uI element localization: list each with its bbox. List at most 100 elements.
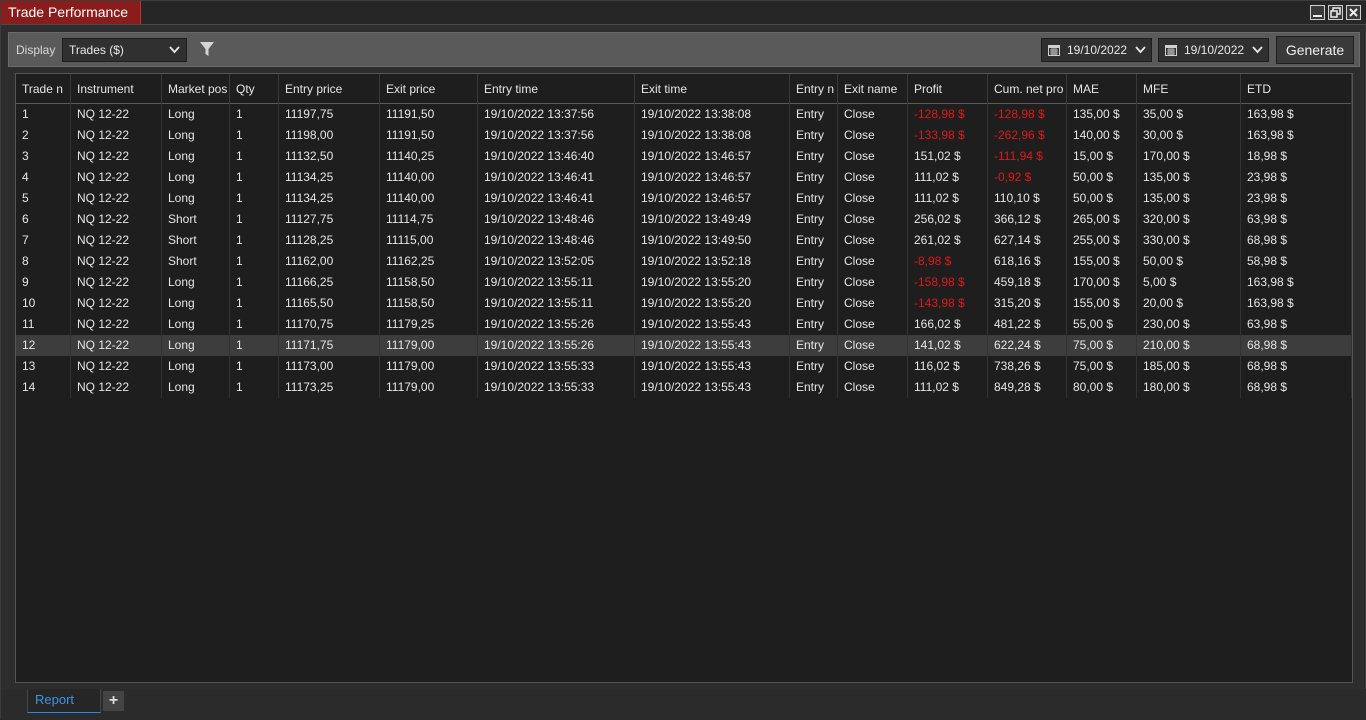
cell-exit-name: Close xyxy=(838,377,908,398)
cell-entry-time: 19/10/2022 13:37:56 xyxy=(478,104,635,125)
column-header-entry-time[interactable]: Entry time xyxy=(478,74,635,104)
cell-market-position: Short xyxy=(162,209,230,230)
table-row[interactable]: 2 NQ 12-22 Long 1 11198,00 11191,50 19/10/2022… xyxy=(16,125,1352,146)
table-row[interactable]: 8 NQ 12-22 Short 1 11162,00 11162,25 19/10/202… xyxy=(16,251,1352,272)
column-header-entry-name[interactable]: Entry n xyxy=(790,74,838,104)
cell-instrument: NQ 12-22 xyxy=(71,167,162,188)
tab-report[interactable]: Report xyxy=(27,689,101,713)
cell-entry-time: 19/10/2022 13:46:40 xyxy=(478,146,635,167)
table-row[interactable]: 10 NQ 12-22 Long 1 11165,50 11158,50 19/10/202… xyxy=(16,293,1352,314)
column-header-exit-name[interactable]: Exit name xyxy=(838,74,908,104)
toolbar: Display Trades ($) 19/10/2022 19/10/2022… xyxy=(8,32,1360,67)
filter-icon[interactable] xyxy=(200,42,214,57)
cell-exit-price: 11115,00 xyxy=(380,230,478,251)
column-header-mae[interactable]: MAE xyxy=(1067,74,1137,104)
from-date-picker[interactable]: 19/10/2022 xyxy=(1041,38,1152,62)
cell-entry-time: 19/10/2022 13:55:33 xyxy=(478,356,635,377)
cell-etd: 18,98 $ xyxy=(1241,146,1352,167)
generate-button[interactable]: Generate xyxy=(1276,36,1354,64)
cell-trade-number: 6 xyxy=(16,209,71,230)
cell-entry-price: 11198,00 xyxy=(279,125,380,146)
cell-profit: 116,02 $ xyxy=(908,356,988,377)
column-header-exit-time[interactable]: Exit time xyxy=(635,74,790,104)
cell-profit: 111,02 $ xyxy=(908,167,988,188)
cell-profit: 166,02 $ xyxy=(908,314,988,335)
cell-entry-price: 11134,25 xyxy=(279,188,380,209)
column-header-market-position[interactable]: Market pos xyxy=(162,74,230,104)
window-title[interactable]: Trade Performance xyxy=(1,1,141,24)
table-row[interactable]: 11 NQ 12-22 Long 1 11170,75 11179,25 19/10/202… xyxy=(16,314,1352,335)
table-row[interactable]: 6 NQ 12-22 Short 1 11127,75 11114,75 19/10/202… xyxy=(16,209,1352,230)
cell-instrument: NQ 12-22 xyxy=(71,272,162,293)
column-header-cum-net-profit[interactable]: Cum. net pro xyxy=(988,74,1067,104)
cell-exit-name: Close xyxy=(838,209,908,230)
cell-market-position: Long xyxy=(162,335,230,356)
trade-performance-window: Trade Performance Display Trades ($) 19/… xyxy=(0,0,1366,720)
cell-exit-name: Close xyxy=(838,335,908,356)
table-row[interactable]: 1 NQ 12-22 Long 1 11197,75 11191,50 19/10/2022… xyxy=(16,104,1352,125)
column-header-mfe[interactable]: MFE xyxy=(1137,74,1241,104)
cell-trade-number: 7 xyxy=(16,230,71,251)
cell-exit-name: Close xyxy=(838,314,908,335)
table-row[interactable]: 14 NQ 12-22 Long 1 11173,25 11179,00 19/10/202… xyxy=(16,377,1352,398)
column-header-trade-number[interactable]: Trade n xyxy=(16,74,71,104)
cell-mfe: 330,00 $ xyxy=(1137,230,1241,251)
title-bar: Trade Performance xyxy=(1,1,1366,25)
cell-exit-name: Close xyxy=(838,146,908,167)
table-row[interactable]: 13 NQ 12-22 Long 1 11173,00 11179,00 19/10/202… xyxy=(16,356,1352,377)
table-row[interactable]: 9 NQ 12-22 Long 1 11166,25 11158,50 19/10/2022… xyxy=(16,272,1352,293)
cell-mae: 75,00 $ xyxy=(1067,335,1137,356)
column-header-instrument[interactable]: Instrument xyxy=(71,74,162,104)
cell-instrument: NQ 12-22 xyxy=(71,146,162,167)
add-tab-button[interactable]: + xyxy=(103,691,124,711)
column-header-etd[interactable]: ETD xyxy=(1241,74,1352,104)
cell-etd: 68,98 $ xyxy=(1241,335,1352,356)
cell-market-position: Long xyxy=(162,125,230,146)
chevron-down-icon xyxy=(1135,46,1146,54)
table-row[interactable]: 7 NQ 12-22 Short 1 11128,25 11115,00 19/10/202… xyxy=(16,230,1352,251)
to-date-picker[interactable]: 19/10/2022 xyxy=(1158,38,1269,62)
close-icon[interactable] xyxy=(1346,5,1361,20)
cell-entry-price: 11197,75 xyxy=(279,104,380,125)
cell-entry-price: 11127,75 xyxy=(279,209,380,230)
column-header-exit-price[interactable]: Exit price xyxy=(380,74,478,104)
cell-exit-name: Close xyxy=(838,293,908,314)
cell-profit: 111,02 $ xyxy=(908,377,988,398)
table-row[interactable]: 12 NQ 12-22 Long 1 11171,75 11179,00 19/10/202… xyxy=(16,335,1352,356)
cell-instrument: NQ 12-22 xyxy=(71,125,162,146)
cell-exit-name: Close xyxy=(838,272,908,293)
table-row[interactable]: 4 NQ 12-22 Long 1 11134,25 11140,00 19/10/2022… xyxy=(16,167,1352,188)
trades-grid[interactable]: Trade n Instrument Market pos Qty Entry pric… xyxy=(15,73,1353,683)
cell-quantity: 1 xyxy=(230,230,279,251)
restore-icon[interactable] xyxy=(1328,5,1343,20)
table-row[interactable]: 3 NQ 12-22 Long 1 11132,50 11140,25 19/10/2022… xyxy=(16,146,1352,167)
cell-mfe: 135,00 $ xyxy=(1137,167,1241,188)
cell-profit: -128,98 $ xyxy=(908,104,988,125)
cell-quantity: 1 xyxy=(230,209,279,230)
chevron-down-icon xyxy=(169,46,180,54)
cell-profit: -143,98 $ xyxy=(908,293,988,314)
cell-market-position: Long xyxy=(162,272,230,293)
cell-cum-net-profit: 849,28 $ xyxy=(988,377,1067,398)
cell-exit-price: 11140,00 xyxy=(380,167,478,188)
minimize-icon[interactable] xyxy=(1310,5,1325,20)
cell-entry-name: Entry xyxy=(790,104,838,125)
cell-instrument: NQ 12-22 xyxy=(71,377,162,398)
cell-cum-net-profit: 366,12 $ xyxy=(988,209,1067,230)
cell-quantity: 1 xyxy=(230,293,279,314)
column-header-entry-price[interactable]: Entry price xyxy=(279,74,380,104)
cell-market-position: Long xyxy=(162,293,230,314)
cell-entry-name: Entry xyxy=(790,230,838,251)
display-select[interactable]: Trades ($) xyxy=(62,38,187,62)
cell-entry-name: Entry xyxy=(790,335,838,356)
column-header-profit[interactable]: Profit xyxy=(908,74,988,104)
table-row[interactable]: 5 NQ 12-22 Long 1 11134,25 11140,00 19/10/2022… xyxy=(16,188,1352,209)
cell-mfe: 35,00 $ xyxy=(1137,104,1241,125)
cell-mae: 170,00 $ xyxy=(1067,272,1137,293)
grid-header: Trade n Instrument Market pos Qty Entry pric… xyxy=(16,74,1352,104)
cell-exit-name: Close xyxy=(838,188,908,209)
cell-market-position: Long xyxy=(162,314,230,335)
column-header-quantity[interactable]: Qty xyxy=(230,74,279,104)
cell-exit-time: 19/10/2022 13:52:18 xyxy=(635,251,790,272)
cell-quantity: 1 xyxy=(230,188,279,209)
